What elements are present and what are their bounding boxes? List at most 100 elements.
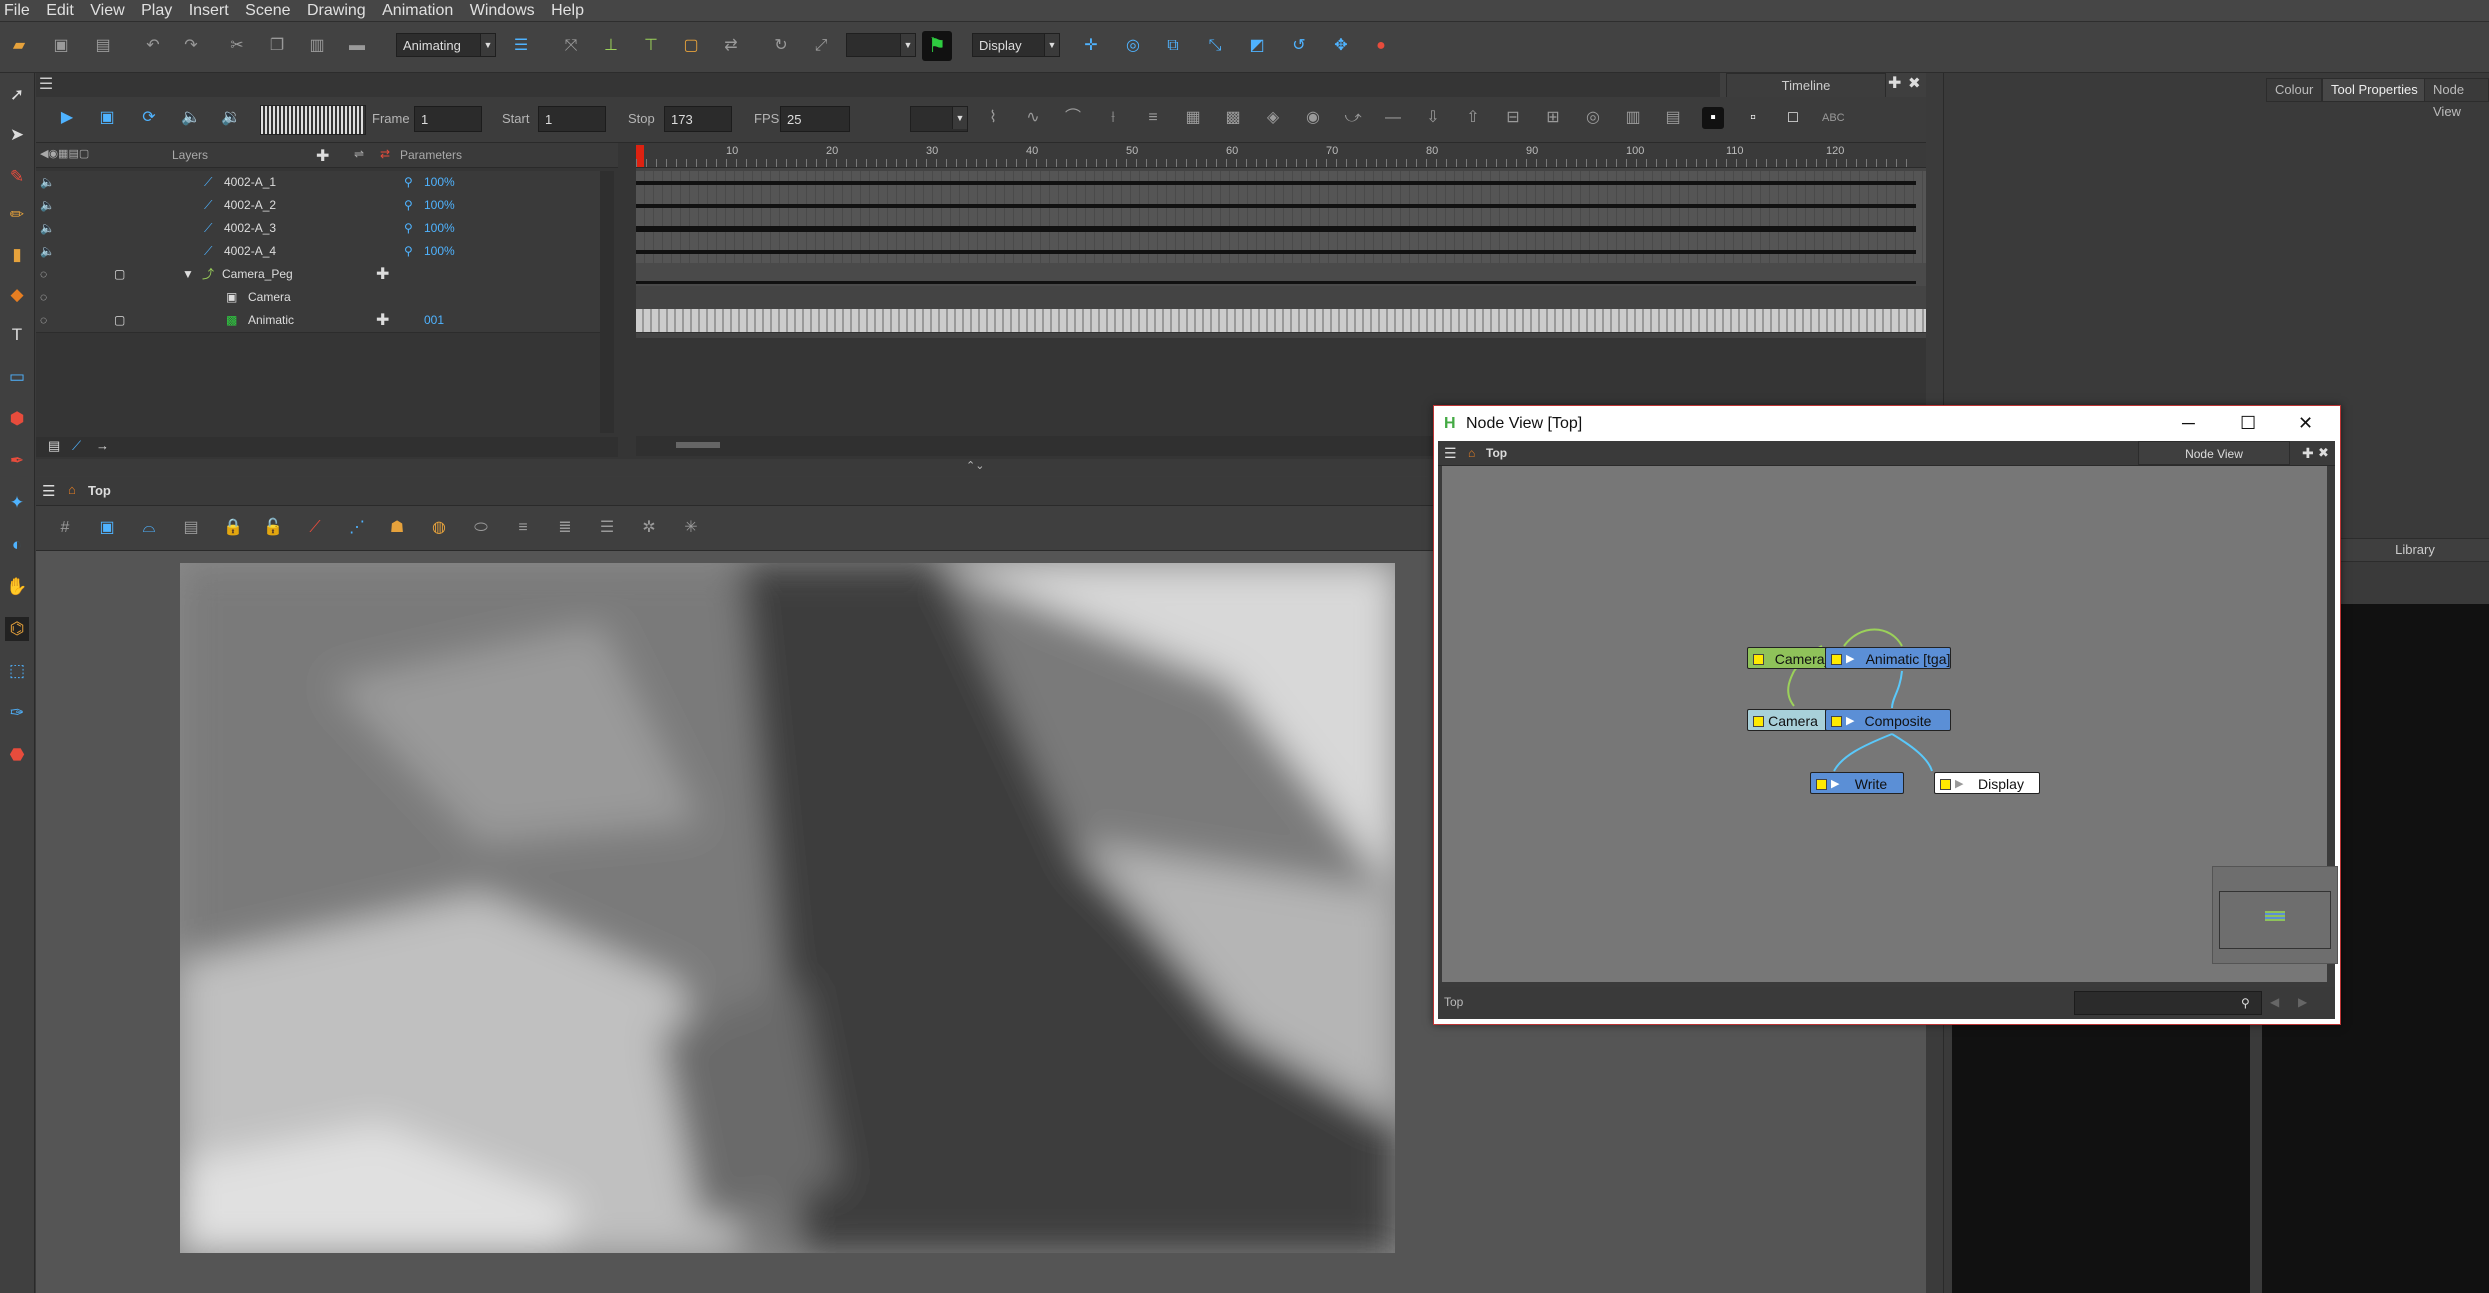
tab-tool-properties[interactable]: Tool Properties (2322, 78, 2427, 102)
grid-toggle-icon[interactable]: # (54, 517, 76, 539)
stack-b-icon[interactable]: ≣ (554, 517, 576, 539)
speaker-icon[interactable]: 🔈 (40, 194, 55, 217)
timeline-tracks[interactable] (636, 168, 1926, 338)
link-icon[interactable]: ⇌ (354, 147, 364, 161)
grid-icon[interactable]: ▤ (1662, 107, 1684, 129)
add-icon[interactable]: ✚ (376, 309, 389, 332)
play-selection-icon[interactable]: ▣ (96, 107, 118, 129)
add-view-icon[interactable]: ✚ (1888, 74, 1906, 94)
nav-back-icon[interactable]: ◀ (2270, 987, 2279, 1017)
window-close-icon[interactable]: ✕ (2298, 406, 2313, 441)
frame-square-icon[interactable]: ▪ (1702, 107, 1724, 129)
layer-row[interactable]: ◌ ▢ ▼ ⤴ Camera_Peg ✚ (36, 263, 610, 287)
list-icon[interactable]: ☰ (510, 35, 532, 57)
stack-icon[interactable]: ≡ (1142, 107, 1164, 129)
white-square-icon[interactable]: ▢ (114, 263, 125, 286)
play-icon[interactable]: ▶ (56, 107, 78, 129)
text-icon[interactable]: T (5, 323, 29, 347)
node-animatic[interactable]: ▶ Animatic [tga] (1825, 647, 1951, 669)
white-square-icon[interactable]: ▢ (114, 309, 125, 332)
light-icon[interactable]: ☗ (386, 517, 408, 539)
node-icon[interactable]: ◉ (1302, 107, 1324, 129)
menu-windows[interactable]: Windows (470, 0, 535, 21)
track[interactable] (636, 217, 1926, 241)
add-layer-icon[interactable]: ✚ (316, 146, 329, 166)
stack-c-icon[interactable]: ☰ (596, 517, 618, 539)
visibility-icon[interactable]: ◌ (40, 309, 47, 332)
zoom-slider[interactable] (676, 442, 720, 448)
parameters-icon[interactable]: ⇄ (380, 147, 390, 161)
dash-icon[interactable]: ⋰ (346, 517, 368, 539)
track[interactable] (636, 309, 1926, 333)
menu-help[interactable]: Help (551, 0, 584, 21)
ring-icon[interactable]: ◎ (1582, 107, 1604, 129)
paste-icon[interactable]: ▥ (306, 35, 328, 57)
zoom-icon[interactable]: ⧉ (1162, 35, 1184, 57)
layout-icon[interactable]: ▤ (48, 438, 60, 454)
view-select[interactable]: ▼ (910, 106, 968, 132)
split-icon[interactable]: ⟊ (1102, 107, 1124, 129)
skew-icon[interactable]: ⤡ (1204, 35, 1226, 57)
dropper-icon[interactable]: ✒ (5, 449, 29, 473)
arrow-down-icon[interactable]: ⇩ (1422, 107, 1444, 129)
menu-animation[interactable]: Animation (382, 0, 453, 21)
layer-row[interactable]: ◌ ▢ ▩ Animatic ✚ 001 (36, 309, 610, 333)
select-icon[interactable]: ➚ (5, 83, 29, 107)
node-display[interactable]: ▶ Display (1934, 772, 2040, 794)
lock-icon[interactable]: 🔒 (222, 517, 244, 539)
expand-icon[interactable]: ⊞ (1542, 107, 1564, 129)
save-as-icon[interactable]: ▤ (92, 35, 114, 57)
reset-icon[interactable]: ↺ (1288, 35, 1310, 57)
layer-row[interactable]: ◌ ▣ Camera (36, 286, 610, 310)
frame-outline-icon[interactable]: ▫ (1742, 107, 1764, 129)
track[interactable] (636, 171, 1926, 195)
drop-icon[interactable]: ◈ (1262, 107, 1284, 129)
menu-icon[interactable]: ☰ (36, 73, 56, 97)
pencil-icon[interactable]: ✏ (5, 203, 29, 227)
menu-icon[interactable]: ☰ (1444, 441, 1457, 465)
search-icon[interactable]: ⚲ (2241, 988, 2250, 1018)
layers-scrollbar[interactable] (600, 171, 614, 433)
bulb-icon[interactable]: ◍ (428, 517, 450, 539)
tab-library[interactable]: Library (2339, 538, 2489, 562)
envelope-icon[interactable]: ⬚ (5, 659, 29, 683)
align-icon[interactable]: ⊥ (600, 35, 622, 57)
splitter-arrows-icon[interactable]: ⌃⌄ (966, 459, 984, 472)
track[interactable] (636, 194, 1926, 218)
layer-row[interactable]: 🔈 ⟋ 4002-A_2 ⚲ 100% (36, 194, 610, 218)
bounding-box-icon[interactable]: ▢ (680, 35, 702, 57)
contour-editor-icon[interactable]: ➤ (5, 123, 29, 147)
stamp-icon[interactable]: ⬣ (5, 743, 29, 767)
layer-row[interactable]: 🔈 ⟋ 4002-A_1 ⚲ 100% (36, 171, 610, 195)
node-view-breadcrumb[interactable]: Top (1486, 441, 1507, 465)
peg-icon[interactable]: ⚑ (922, 31, 952, 61)
expand-arrow-icon[interactable]: ▼ (182, 263, 194, 286)
nav-forward-icon[interactable]: ▶ (2298, 987, 2307, 1017)
paint-icon[interactable]: ▮ (5, 243, 29, 267)
speaker-icon[interactable]: 🔈 (40, 171, 55, 194)
close-icon[interactable]: ✖ (2318, 441, 2329, 465)
mode-select[interactable]: Animating ▼ (396, 33, 496, 57)
keyframe-icon[interactable]: ⌇ (982, 107, 1004, 129)
distribute-icon[interactable]: ⊤ (640, 35, 662, 57)
rotate-view-icon[interactable]: ◎ (1122, 35, 1144, 57)
track[interactable] (636, 263, 1926, 287)
cam-mask-icon[interactable]: ⌓ (138, 517, 160, 539)
start-field[interactable]: 1 (538, 106, 606, 132)
path-icon[interactable]: ⤻ (1342, 107, 1364, 129)
curve-icon[interactable]: ∿ (1022, 107, 1044, 129)
frame-field[interactable]: 1 (414, 106, 482, 132)
arrow-right-icon[interactable]: → (96, 438, 109, 453)
copy-icon[interactable]: ❐ (266, 35, 288, 57)
menu-play[interactable]: Play (141, 0, 172, 21)
brush-icon[interactable]: ✎ (5, 165, 29, 189)
node-search-input[interactable]: ⚲ (2074, 991, 2262, 1015)
maximize-icon[interactable]: ☐ (2240, 406, 2256, 441)
onion-skin-icon[interactable]: ● (1370, 35, 1392, 57)
frame-icon[interactable]: ▣ (96, 517, 118, 539)
visibility-icon[interactable]: ◌ (40, 263, 47, 286)
menu-insert[interactable]: Insert (189, 0, 229, 21)
menu-file[interactable]: File (4, 0, 30, 21)
morph-icon[interactable]: ◐ (5, 533, 29, 557)
menu-view[interactable]: View (90, 0, 124, 21)
